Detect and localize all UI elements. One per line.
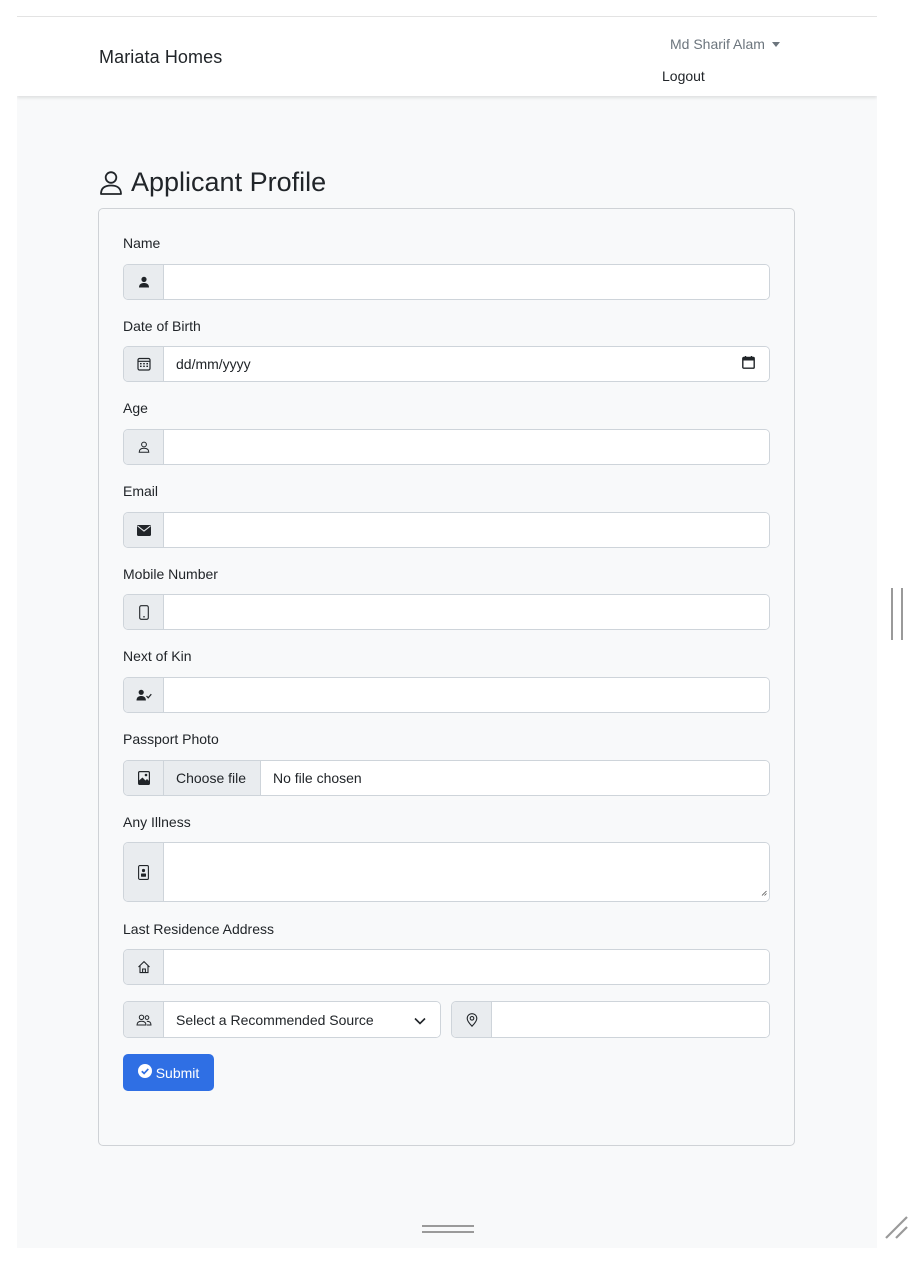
source-select-group: Select a Recommended Source xyxy=(123,1001,441,1038)
address-label: Last Residence Address xyxy=(123,921,274,937)
caret-down-icon xyxy=(771,41,780,47)
image-icon xyxy=(124,761,164,795)
illness-label: Any Illness xyxy=(123,814,191,830)
house-icon xyxy=(124,950,164,984)
user-dropdown-toggle[interactable]: Md Sharif Alam xyxy=(670,36,780,52)
email-input-group xyxy=(123,512,770,548)
age-input-group xyxy=(123,429,770,465)
dob-label: Date of Birth xyxy=(123,318,201,334)
top-navbar: Mariata Homes Md Sharif Alam Logout xyxy=(17,17,877,96)
people-icon xyxy=(124,1002,164,1037)
bottom-resize-handle[interactable] xyxy=(422,1225,474,1233)
check-circle-icon xyxy=(137,1064,156,1081)
browser-viewport: Mariata Homes Md Sharif Alam Logout Appl… xyxy=(17,16,877,1248)
name-input-group xyxy=(123,264,770,300)
profile-form-card: Name Date of Birth dd/mm/yyyy Age Email … xyxy=(98,208,795,1146)
date-picker-icon[interactable] xyxy=(742,356,755,372)
user-name: Md Sharif Alam xyxy=(670,36,765,52)
phone-icon xyxy=(124,595,164,629)
dob-input-group: dd/mm/yyyy xyxy=(123,346,770,382)
page-title: Applicant Profile xyxy=(131,167,327,197)
corner-resize-grip-icon[interactable] xyxy=(883,1214,909,1245)
chevron-down-icon xyxy=(414,1012,426,1028)
kin-input-group xyxy=(123,677,770,713)
page-heading: Applicant Profile xyxy=(99,167,326,198)
mobile-input[interactable] xyxy=(164,595,769,629)
file-status: No file chosen xyxy=(261,761,769,795)
resize-grip-icon[interactable] xyxy=(761,883,767,899)
person-outline-icon xyxy=(99,170,123,196)
location-input[interactable] xyxy=(492,1002,769,1037)
name-label: Name xyxy=(123,235,161,251)
kin-label: Next of Kin xyxy=(123,648,192,664)
medical-file-icon xyxy=(124,843,164,901)
side-resize-handle[interactable] xyxy=(891,588,903,640)
illness-input-group xyxy=(123,842,770,902)
source-select-value: Select a Recommended Source xyxy=(176,1011,374,1028)
person-icon xyxy=(124,430,164,464)
photo-input-group: Choose file No file chosen xyxy=(123,760,770,796)
location-input-group xyxy=(451,1001,770,1038)
dob-placeholder: dd/mm/yyyy xyxy=(176,356,251,372)
submit-button[interactable]: Submit xyxy=(123,1054,214,1091)
submit-label: Submit xyxy=(155,1064,200,1081)
recommended-source-select[interactable]: Select a Recommended Source xyxy=(164,1002,440,1037)
envelope-icon xyxy=(124,513,164,547)
logout-link[interactable]: Logout xyxy=(662,68,705,84)
person-check-icon xyxy=(124,678,164,712)
choose-file-button[interactable]: Choose file xyxy=(164,761,261,795)
dob-input[interactable]: dd/mm/yyyy xyxy=(164,347,769,381)
kin-input[interactable] xyxy=(164,678,769,712)
calendar-icon xyxy=(124,347,164,381)
age-label: Age xyxy=(123,400,148,416)
geo-pin-icon xyxy=(452,1002,492,1037)
brand-link[interactable]: Mariata Homes xyxy=(99,47,222,68)
person-fill-icon xyxy=(124,265,164,299)
mobile-input-group xyxy=(123,594,770,630)
photo-label: Passport Photo xyxy=(123,731,219,747)
address-input-group xyxy=(123,949,770,985)
address-input[interactable] xyxy=(164,950,769,984)
name-input[interactable] xyxy=(164,265,769,299)
email-label: Email xyxy=(123,483,159,499)
illness-textarea[interactable] xyxy=(164,843,769,901)
email-input[interactable] xyxy=(164,513,769,547)
age-input[interactable] xyxy=(164,430,769,464)
mobile-label: Mobile Number xyxy=(123,566,218,582)
